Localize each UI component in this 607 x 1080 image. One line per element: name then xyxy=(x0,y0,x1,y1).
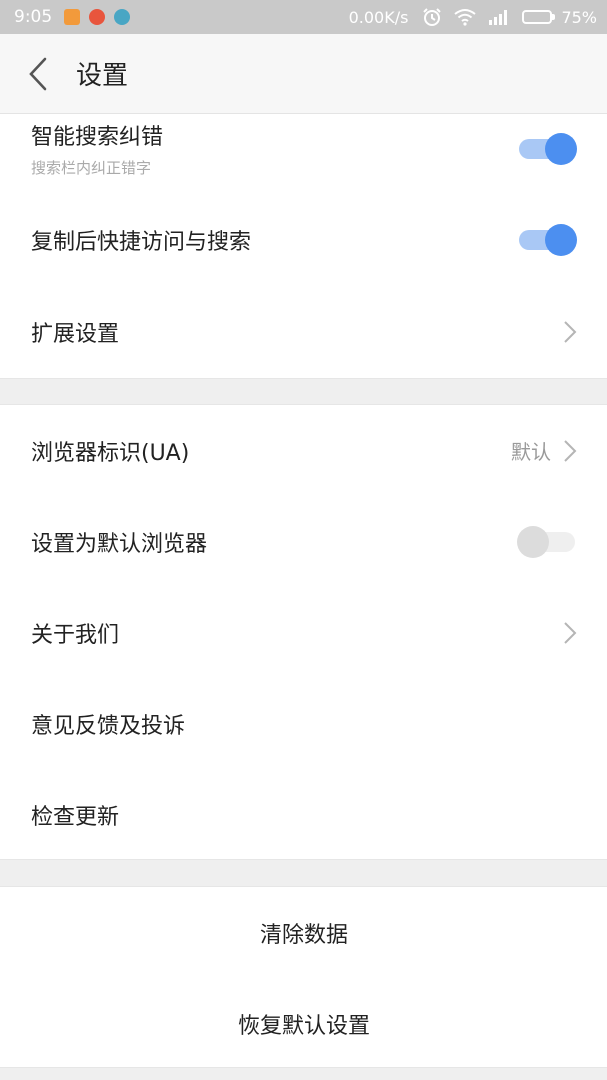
settings-section-search: 智能搜索纠错 搜索栏内纠正错字 复制后快捷访问与搜索 扩展设置 xyxy=(0,114,607,379)
default-browser-label: 设置为默认浏览器 xyxy=(31,531,208,557)
smart-correction-row[interactable]: 智能搜索纠错 搜索栏内纠正错字 xyxy=(0,103,607,194)
feedback-label: 意见反馈及投诉 xyxy=(31,713,186,739)
signal-icon xyxy=(488,9,510,25)
extension-settings-row[interactable]: 扩展设置 xyxy=(0,286,607,377)
chevron-right-icon xyxy=(563,439,577,463)
back-button[interactable] xyxy=(0,34,76,114)
settings-section-actions: 清除数据 恢复默认设置 xyxy=(0,886,607,1068)
header-bar: 设置 xyxy=(0,34,607,114)
clear-data-label: 清除数据 xyxy=(259,922,348,948)
restore-defaults-label: 恢复默认设置 xyxy=(237,1013,370,1039)
settings-section-browser: 浏览器标识(UA) 默认 设置为默认浏览器 关于我们 意见反馈及投诉 检查更新 xyxy=(0,404,607,860)
default-browser-toggle[interactable] xyxy=(517,525,577,559)
smart-correction-toggle[interactable] xyxy=(517,132,577,166)
alarm-icon xyxy=(422,7,442,27)
page-title: 设置 xyxy=(76,61,129,91)
status-bar: 9:05 0.00K/s 75% xyxy=(0,0,607,34)
battery-percent: 75% xyxy=(561,7,597,27)
feedback-row[interactable]: 意见反馈及投诉 xyxy=(0,678,607,769)
smart-correction-sublabel: 搜索栏内纠正错字 xyxy=(31,159,152,177)
default-browser-row[interactable]: 设置为默认浏览器 xyxy=(0,496,607,587)
copy-quick-access-toggle[interactable] xyxy=(517,223,577,257)
battery-icon xyxy=(522,10,556,24)
app-notification-icon xyxy=(64,9,81,25)
weibo-icon xyxy=(89,9,106,25)
app-notification-icon xyxy=(114,9,131,25)
user-agent-label: 浏览器标识(UA) xyxy=(31,440,190,466)
restore-defaults-button[interactable]: 恢复默认设置 xyxy=(0,978,607,1069)
back-chevron-icon xyxy=(29,57,47,90)
clear-data-button[interactable]: 清除数据 xyxy=(0,887,607,978)
user-agent-row[interactable]: 浏览器标识(UA) 默认 xyxy=(0,405,607,496)
copy-quick-access-label: 复制后快捷访问与搜索 xyxy=(31,229,252,255)
about-us-label: 关于我们 xyxy=(31,622,120,648)
chevron-right-icon xyxy=(563,621,577,645)
user-agent-value: 默认 xyxy=(511,440,551,464)
chevron-right-icon xyxy=(563,320,577,344)
smart-correction-label: 智能搜索纠错 xyxy=(31,125,164,150)
about-us-row[interactable]: 关于我们 xyxy=(0,587,607,678)
check-update-row[interactable]: 检查更新 xyxy=(0,769,607,860)
extension-settings-label: 扩展设置 xyxy=(31,321,120,347)
check-update-label: 检查更新 xyxy=(31,804,120,830)
copy-quick-access-row[interactable]: 复制后快捷访问与搜索 xyxy=(0,194,607,285)
network-speed: 0.00K/s xyxy=(348,7,409,27)
wifi-icon xyxy=(454,8,477,26)
status-time: 9:05 xyxy=(14,7,53,27)
